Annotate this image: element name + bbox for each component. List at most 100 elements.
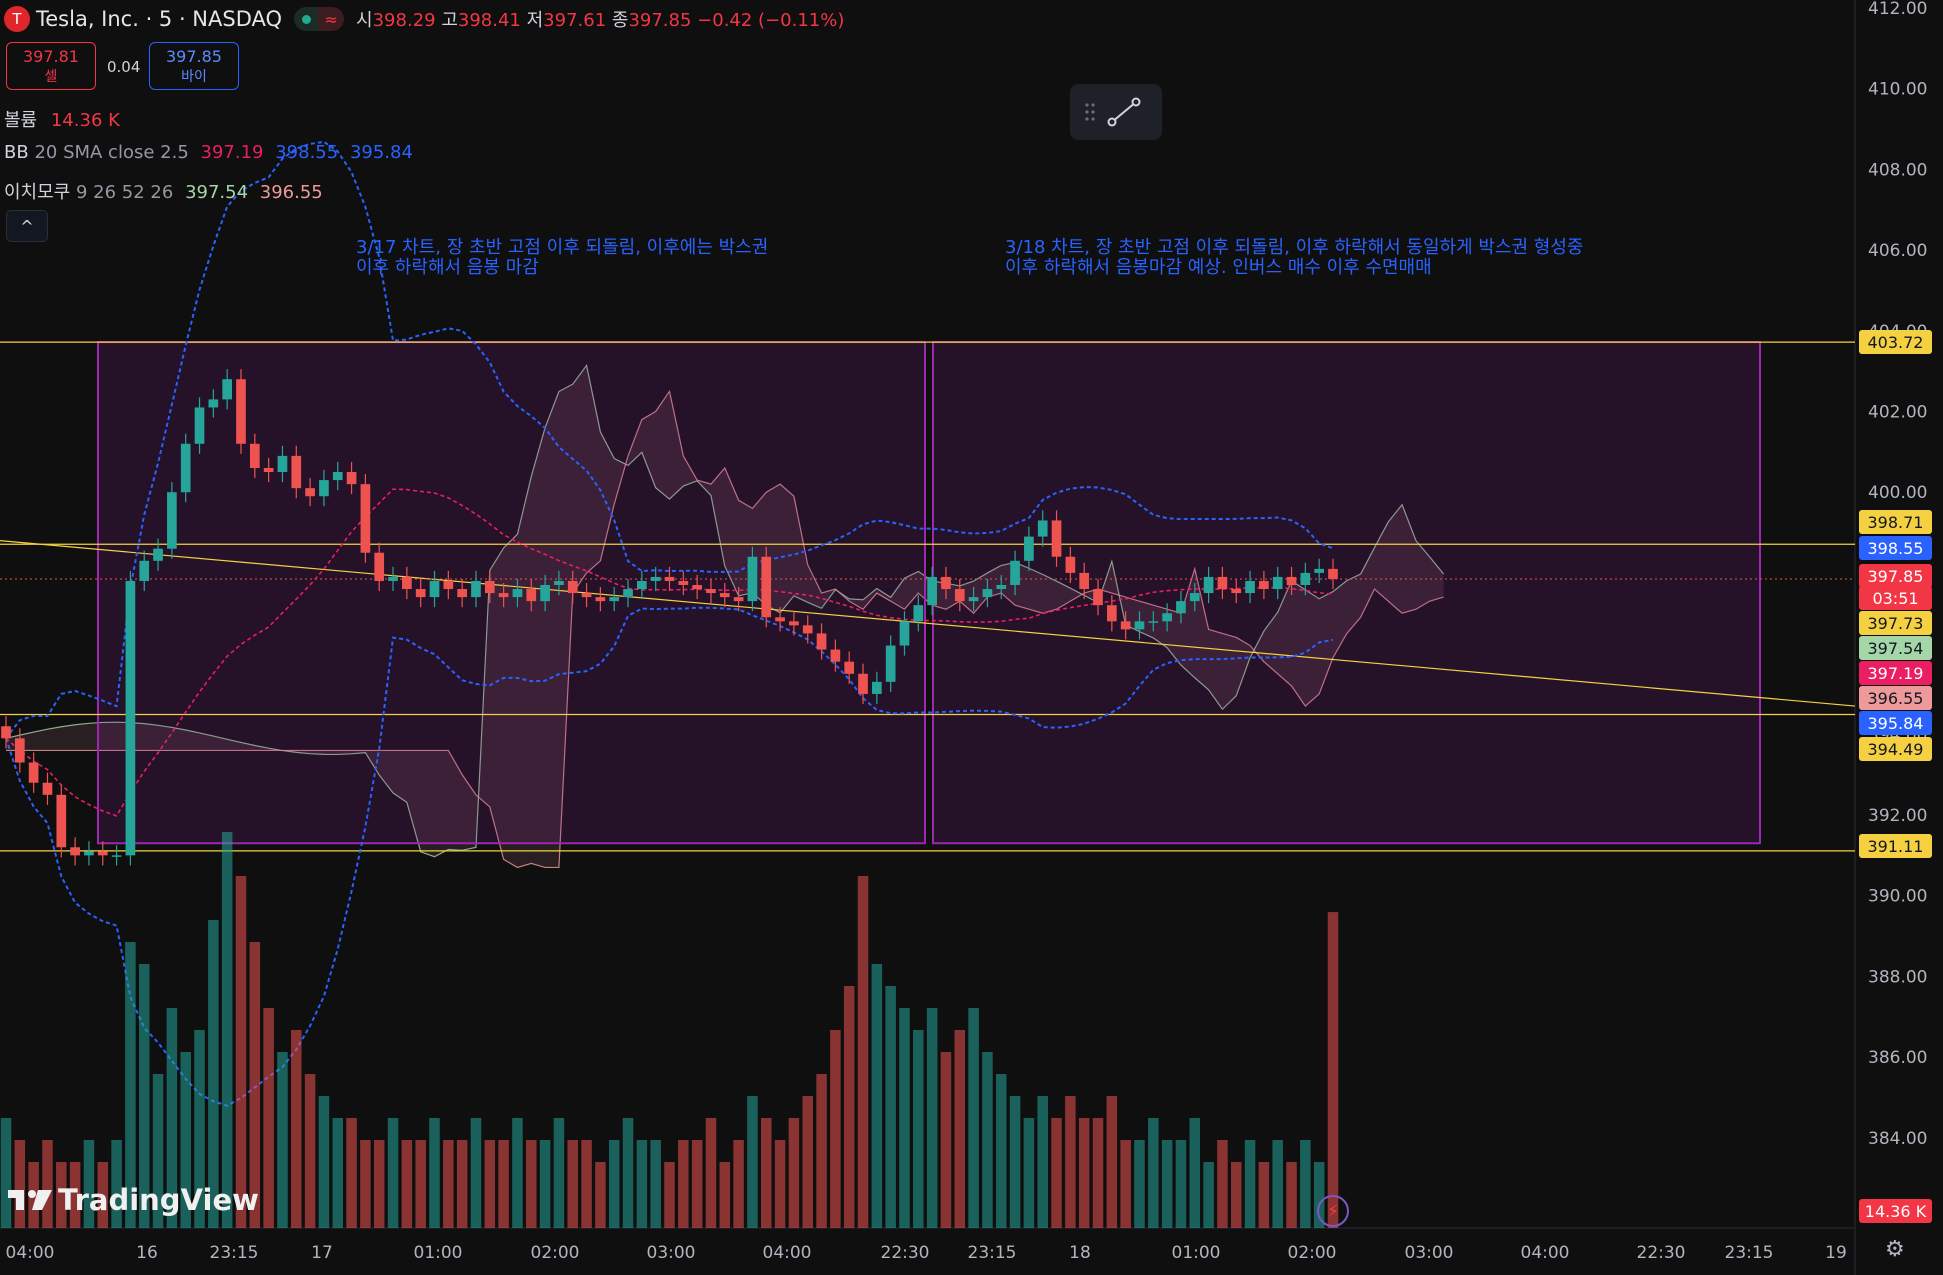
floating-drawing-toolbar[interactable] — [1070, 84, 1162, 140]
sell-button[interactable]: 397.81 셀 — [6, 42, 96, 90]
candle-body — [291, 455, 302, 489]
candle-body — [125, 580, 136, 856]
volume-bar — [664, 1162, 675, 1228]
volume-bar — [318, 1096, 330, 1228]
volume-bar — [913, 1030, 924, 1228]
volume-label: 볼륨 — [4, 110, 38, 131]
candle-body — [153, 548, 163, 561]
candle-body — [609, 597, 620, 602]
volume-bar — [539, 1140, 551, 1228]
candle-body — [733, 597, 744, 602]
tradingview-logo[interactable]: TradingView — [8, 1183, 259, 1217]
bb-lower-value: 395.84 — [349, 142, 413, 163]
candle-body — [761, 556, 772, 618]
ichimoku-legend[interactable]: 이치모쿠 9 26 52 26 397.54 396.55 — [4, 178, 323, 204]
price-tag-level: 398.71 — [1859, 510, 1932, 534]
time-tick-label: 04:00 — [763, 1243, 812, 1263]
candle-body — [471, 580, 481, 598]
volume-bar — [899, 1008, 910, 1228]
time-tick-label: 23:15 — [968, 1243, 1017, 1263]
volume-bar — [1175, 1140, 1187, 1228]
volume-bar — [954, 1030, 966, 1228]
candle-body — [1010, 560, 1020, 586]
candle-body — [816, 633, 827, 650]
price-tick-label: 402.00 — [1868, 403, 1927, 423]
settings-gear-icon[interactable]: ⚙ — [1885, 1237, 1905, 1262]
volume-bar — [1203, 1162, 1214, 1228]
candle-body — [457, 589, 467, 598]
volume-bar — [608, 1140, 620, 1228]
candle-body — [1037, 520, 1048, 537]
volume-legend[interactable]: 볼륨 14.36 K — [4, 106, 120, 132]
market-status-badge[interactable]: ≈ — [294, 7, 345, 31]
buy-label: 바이 — [181, 69, 207, 85]
volume-bar — [1106, 1096, 1118, 1228]
volume-bar — [1120, 1140, 1131, 1228]
candle-body — [623, 589, 633, 598]
volume-bar — [802, 1096, 813, 1228]
candle-body — [443, 580, 454, 590]
candle-body — [305, 488, 315, 497]
candle-body — [484, 580, 495, 594]
high-label: 고 — [441, 10, 458, 31]
volume-bar — [788, 1118, 800, 1228]
volume-bar — [1148, 1118, 1159, 1228]
candle-body — [747, 556, 758, 602]
trend-line-icon[interactable] — [1106, 96, 1142, 128]
volume-bar — [830, 1030, 841, 1228]
volume-bar — [1051, 1118, 1062, 1228]
volume-bar — [1009, 1096, 1021, 1228]
price-tag-bb-mid: 397.19 — [1859, 661, 1932, 685]
price-tag-countdown: 03:51 — [1859, 586, 1932, 610]
price-tag-level: 397.73 — [1859, 611, 1932, 635]
volume-bar — [498, 1140, 509, 1228]
ichimoku-b-value: 396.55 — [259, 182, 323, 203]
candle-body — [14, 738, 25, 763]
note-march-18[interactable]: 3/18 차트, 장 초반 고점 이후 되돌림, 이후 하락해서 동일하게 박스… — [1005, 238, 1583, 278]
price-tag-ichi-b: 396.55 — [1859, 686, 1932, 710]
candle-body — [899, 621, 910, 646]
candle-body — [830, 649, 841, 662]
symbol-title[interactable]: Tesla, Inc. · 5 · NASDAQ — [36, 7, 282, 31]
sell-label: 셀 — [44, 69, 58, 85]
collapse-legend-button[interactable]: ^ — [6, 210, 48, 242]
price-tag-ichi-a: 397.54 — [1859, 636, 1932, 660]
volume-bar — [373, 1140, 385, 1228]
buy-button[interactable]: 397.85 바이 — [149, 42, 239, 90]
tradingview-mark-icon — [8, 1190, 52, 1210]
candle-body — [706, 589, 716, 594]
volume-bar — [1258, 1162, 1270, 1228]
ohlc-readout: 시398.29 고398.41 저397.61 종397.85 −0.42 (−… — [356, 6, 844, 32]
volume-bar — [346, 1118, 357, 1228]
time-tick-label: 23:15 — [210, 1243, 259, 1263]
candle-body — [1217, 576, 1228, 590]
lightning-icon[interactable]: ⚡ — [1317, 1195, 1349, 1227]
candle-body — [56, 794, 67, 848]
candle-body — [1134, 621, 1145, 630]
candle-body — [802, 625, 813, 634]
volume-bar — [553, 1118, 565, 1228]
time-tick-label: 16 — [136, 1243, 158, 1263]
candle-body — [1231, 589, 1242, 594]
volume-bar — [1272, 1140, 1283, 1228]
candle-body — [789, 621, 799, 626]
candle-body — [692, 585, 702, 590]
candle-body — [1176, 601, 1186, 614]
candle-body — [208, 399, 219, 408]
drag-handle-icon[interactable] — [1084, 101, 1096, 123]
time-tick-label: 01:00 — [1172, 1243, 1221, 1263]
time-tick-label: 04:00 — [6, 1243, 55, 1263]
volume-bar — [235, 876, 247, 1228]
candle-body — [595, 597, 606, 602]
candle-body — [1079, 572, 1090, 590]
volume-bar — [719, 1162, 731, 1228]
bb-legend[interactable]: BB 20 SMA close 2.5 397.19 398.55 395.84 — [4, 142, 413, 163]
candle-body — [540, 585, 550, 602]
symbol-header: T Tesla, Inc. · 5 · NASDAQ ≈ 시398.29 고39… — [0, 0, 844, 38]
candle-body — [913, 605, 924, 622]
time-tick-label: 02:00 — [531, 1243, 580, 1263]
note-march-17[interactable]: 3/17 차트, 장 초반 고점 이후 되돌림, 이후에는 박스권 이후 하락해… — [356, 238, 768, 278]
volume-bar — [1092, 1118, 1104, 1228]
price-tick-label: 384.00 — [1868, 1129, 1927, 1149]
candle-body — [263, 467, 274, 473]
